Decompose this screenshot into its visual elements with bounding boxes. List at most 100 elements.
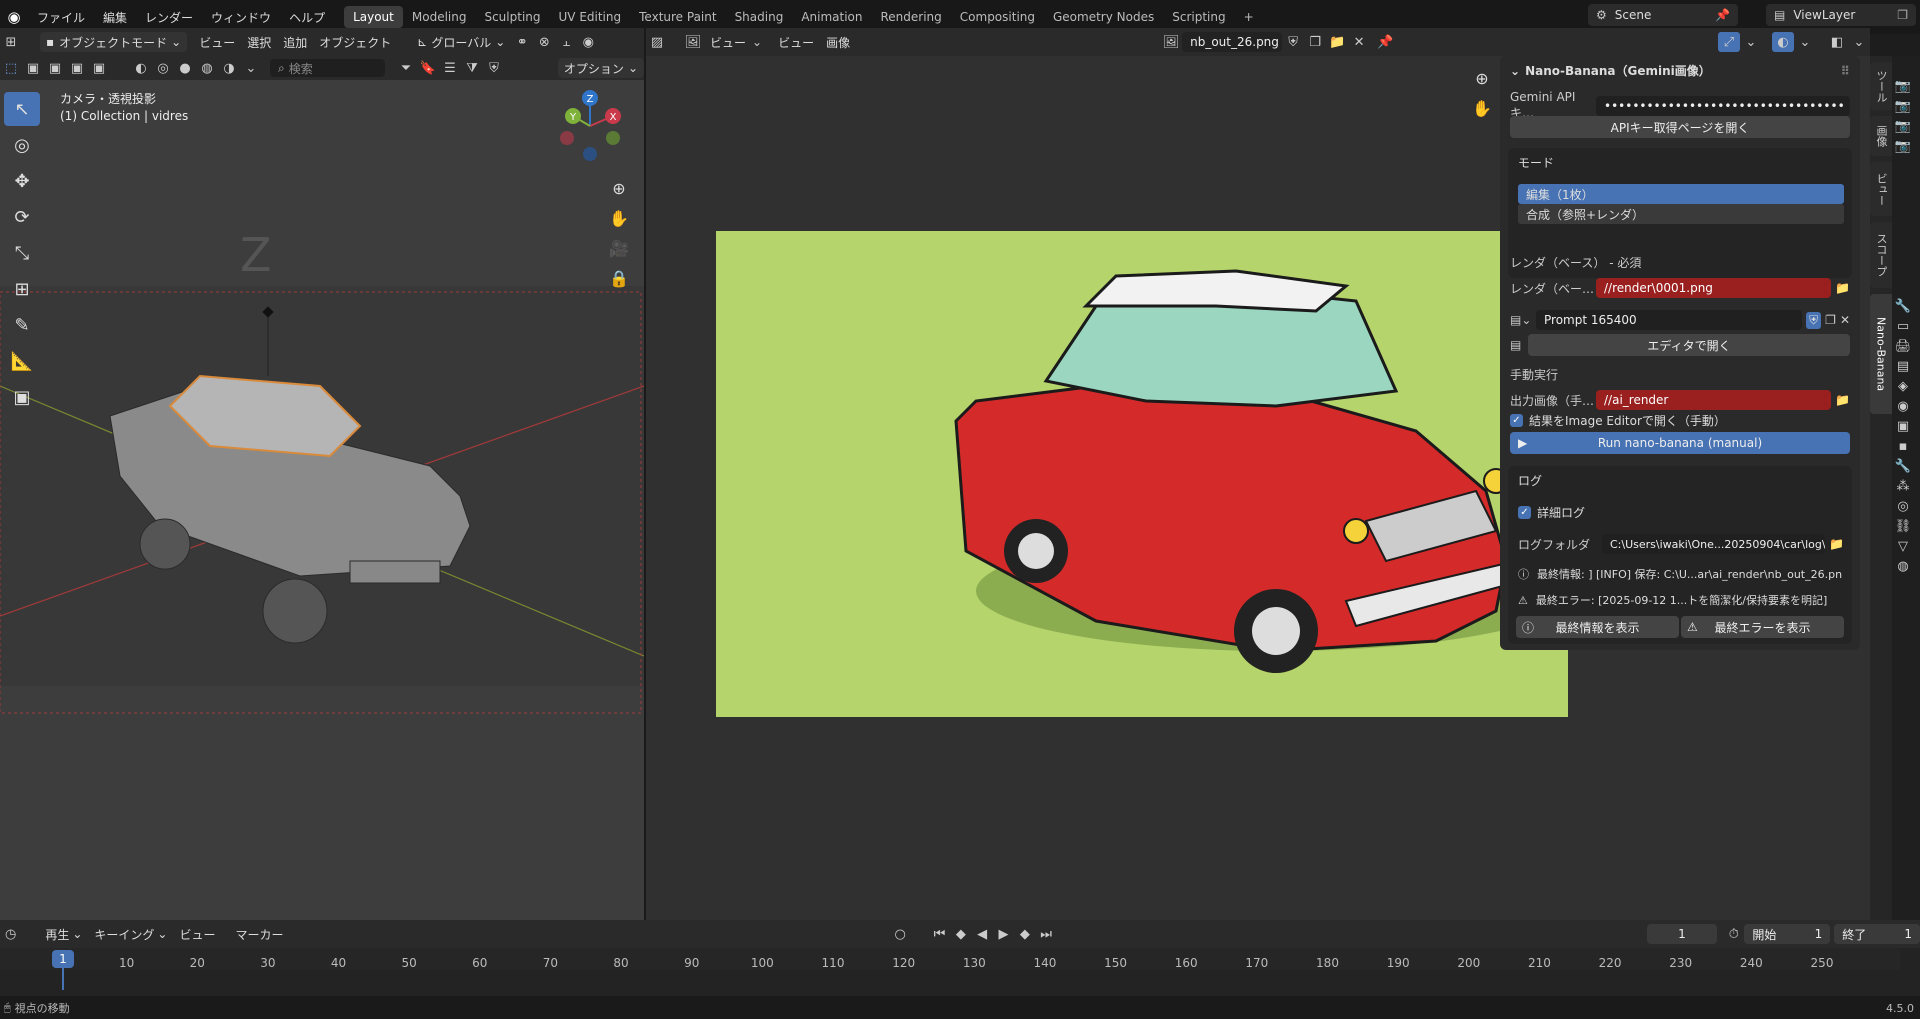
editor-type-icon[interactable]: ⊞ [0, 32, 22, 52]
shield-icon[interactable]: ⛨ [1806, 311, 1822, 329]
tab-image[interactable]: 画像 [1870, 116, 1892, 156]
camera-icon[interactable]: 📷 [1892, 136, 1914, 156]
solid-icon[interactable]: ● [174, 58, 196, 78]
transform-tool-icon[interactable]: ⊞ [4, 272, 40, 306]
duplicate-icon[interactable]: ❐ [1825, 313, 1836, 327]
display-channels-icon[interactable]: ◐ [1772, 32, 1794, 52]
tab-compositing[interactable]: Compositing [951, 6, 1044, 28]
proportional-edit-icon[interactable]: ◉ [577, 32, 599, 52]
open-in-editor-button[interactable]: エディタで開く [1528, 334, 1850, 356]
move-tool-icon[interactable]: ✥ [4, 164, 40, 198]
mode-option-edit[interactable]: 編集（1枚） [1518, 184, 1844, 204]
view-layer-selector[interactable]: ▤ ViewLayer ❐ [1766, 4, 1916, 26]
mode-dropdown[interactable]: ▪ オブジェクトモード ⌄ [40, 32, 188, 52]
show-last-info-button[interactable]: ⓘ 最終情報を表示 [1516, 616, 1679, 638]
select-tool-icon[interactable]: ↖ [4, 92, 40, 126]
menu-add[interactable]: 追加 [277, 32, 313, 52]
modifier-icon[interactable]: 🔧 [1892, 456, 1914, 476]
select-subtract-icon[interactable]: ▣ [44, 58, 66, 78]
menu-view[interactable]: ビュー [772, 32, 820, 52]
sidebar-toggle-icon[interactable]: ◧ [1826, 32, 1848, 52]
editor-mode-icon[interactable]: 🖼 [682, 32, 704, 52]
close-icon[interactable]: ✕ [1840, 313, 1850, 327]
open-folder-icon[interactable]: 📁 [1326, 32, 1348, 52]
camera-icon[interactable]: 📷 [1892, 76, 1914, 96]
select-box-icon[interactable]: ⬚ [0, 58, 22, 78]
show-last-error-button[interactable]: ⚠ 最終エラーを表示 [1681, 616, 1844, 638]
menu-file[interactable]: ファイル [28, 9, 94, 26]
open-result-checkbox[interactable]: ✓ [1510, 414, 1523, 427]
collection-icon[interactable]: ▣ [1892, 416, 1914, 436]
shield-icon[interactable]: ⛨ [483, 58, 505, 78]
image-browse-icon[interactable]: 🖼 [1160, 32, 1182, 52]
link-icon[interactable]: ⚭ [511, 32, 533, 52]
stopwatch-icon[interactable]: ⏱ [1723, 924, 1744, 944]
overlay-dropdown-icon[interactable]: ⌄ [1740, 32, 1762, 52]
gizmo-toggle-icon[interactable]: ⤢ [1718, 32, 1740, 52]
tab-geometry-nodes[interactable]: Geometry Nodes [1044, 6, 1163, 28]
cursor-tool-icon[interactable]: ◎ [4, 128, 40, 162]
scene-selector[interactable]: ⚙ Scene 📌 [1588, 4, 1738, 26]
mode-option-composite[interactable]: 合成（参照+レンダ） [1518, 204, 1844, 224]
display-mode-icon[interactable]: ☰ [439, 58, 461, 78]
world-properties-icon[interactable]: ◉ [1892, 396, 1914, 416]
tab-texture-paint[interactable]: Texture Paint [630, 6, 725, 28]
auto-keying-icon[interactable]: ○ [890, 924, 911, 944]
tab-rendering[interactable]: Rendering [872, 6, 951, 28]
run-nano-banana-button[interactable]: ▶ Run nano-banana (manual) [1510, 432, 1850, 454]
material-icon[interactable]: ◍ [196, 58, 218, 78]
object-properties-icon[interactable]: ▪ [1892, 436, 1914, 456]
tab-nano-banana[interactable]: Nano-Banana [1870, 294, 1892, 414]
tab-sculpting[interactable]: Sculpting [475, 6, 549, 28]
collapse-chevron-icon[interactable]: ⌄ [1510, 64, 1520, 78]
render-properties-icon[interactable]: ▭ [1892, 316, 1914, 336]
material-icon[interactable]: ◍ [1892, 556, 1914, 576]
pin-icon[interactable]: 📌 [1715, 8, 1730, 22]
folder-icon[interactable]: 📁 [1835, 393, 1850, 407]
rotate-tool-icon[interactable]: ⟳ [4, 200, 40, 234]
editor-type-icon[interactable]: ◷ [0, 924, 21, 944]
scene-properties-icon[interactable]: ◈ [1892, 376, 1914, 396]
menu-window[interactable]: ウィンドウ [202, 9, 280, 26]
menu-edit[interactable]: 編集 [94, 9, 136, 26]
tab-scopes[interactable]: スコープ [1870, 222, 1892, 288]
channels-dropdown-icon[interactable]: ⌄ [1794, 32, 1816, 52]
car-wireframe-model[interactable] [109, 374, 471, 644]
menu-help[interactable]: ヘルプ [280, 9, 334, 26]
lock-icon[interactable]: 🔒 [605, 264, 633, 292]
jump-start-icon[interactable]: ⏮ [929, 924, 950, 944]
annotate-tool-icon[interactable]: ✎ [4, 308, 40, 342]
particles-icon[interactable]: ⁂ [1892, 476, 1914, 496]
play-reverse-icon[interactable]: ◀ [972, 924, 993, 944]
zoom-icon[interactable]: ⊕ [1468, 64, 1496, 92]
menu-playback[interactable]: 再生 ⌄ [39, 924, 88, 944]
bookmark-icon[interactable]: 🔖 [417, 58, 439, 78]
verbose-log-checkbox[interactable]: ✓ [1518, 506, 1531, 519]
menu-view[interactable]: ビュー [193, 32, 241, 52]
menu-marker[interactable]: マーカー [230, 924, 290, 944]
tab-view[interactable]: ビュー [1870, 162, 1892, 216]
api-key-input[interactable]: •••••••••••••••••••••••••••••••••• [1596, 95, 1850, 116]
tab-scripting[interactable]: Scripting [1163, 6, 1234, 28]
copy-icon[interactable]: ❐ [1897, 8, 1908, 22]
next-keyframe-icon[interactable]: ◆ [1014, 924, 1035, 944]
folder-icon[interactable]: 📁 [1835, 281, 1850, 295]
folder-icon[interactable]: 📁 [1829, 537, 1844, 551]
sidebar-dropdown-icon[interactable]: ⌄ [1848, 32, 1870, 52]
image-canvas[interactable] [716, 231, 1568, 717]
open-result-row[interactable]: ✓ 結果をImage Editorで開く（手動） [1510, 412, 1850, 429]
physics-icon[interactable]: ◎ [1892, 496, 1914, 516]
current-frame-field[interactable]: 1 [1646, 924, 1718, 944]
add-workspace-button[interactable]: + [1235, 6, 1263, 28]
data-icon[interactable]: ▽ [1892, 536, 1914, 556]
menu-keying[interactable]: キーイング ⌄ [88, 924, 173, 944]
playhead[interactable]: 1 [52, 950, 74, 968]
add-cube-tool-icon[interactable]: ▣ [4, 380, 40, 414]
view-mode-dropdown[interactable]: ビュー [704, 32, 752, 52]
editor-type-icon[interactable]: ▨ [646, 32, 668, 52]
log-folder-input[interactable]: C:\Users\iwaki\One...20250904\car\log\ [1602, 534, 1826, 554]
constraints-icon[interactable]: ⛓ [1892, 516, 1914, 536]
pin-icon[interactable]: 📌 [1374, 32, 1396, 52]
tool-settings-icon[interactable]: 🔧 [1892, 296, 1914, 316]
play-icon[interactable]: ▶ [993, 924, 1014, 944]
